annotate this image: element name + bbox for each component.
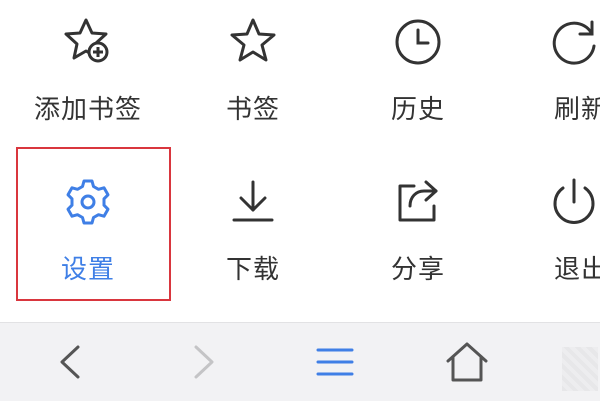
exit-label: 退出 [554,255,600,285]
home-icon [446,342,488,382]
back-button[interactable] [46,337,96,387]
bottom-toolbar [0,322,600,401]
downloads-label: 下载 [225,255,280,285]
clock-icon [390,14,446,70]
refresh-icon [546,14,600,70]
settings-button[interactable]: 设置 [13,160,163,300]
bookmarks-button[interactable]: 书签 [178,0,328,140]
tabs-button[interactable] [562,347,598,391]
menu-button[interactable] [310,337,360,387]
settings-label: 设置 [60,255,115,285]
star-add-icon [60,14,116,70]
browser-menu-panel: 添加书签 书签 历史 刷新 设置 下载 分享 退出 [0,0,600,320]
power-icon [546,174,600,230]
refresh-button[interactable]: 刷新 [518,0,600,140]
star-icon [225,14,281,70]
add-bookmark-label: 添加书签 [33,95,142,125]
share-icon [390,174,446,230]
share-label: 分享 [390,255,445,285]
hamburger-menu-icon [316,348,354,376]
back-chevron-icon [60,345,80,379]
exit-button[interactable]: 退出 [518,160,600,300]
add-bookmark-button[interactable]: 添加书签 [13,0,163,140]
share-button[interactable]: 分享 [343,160,493,300]
bookmarks-label: 书签 [225,95,280,125]
history-label: 历史 [390,95,445,125]
downloads-button[interactable]: 下载 [178,160,328,300]
home-button[interactable] [442,337,492,387]
forward-chevron-icon [194,345,214,379]
gear-icon [60,174,116,230]
forward-button[interactable] [178,337,228,387]
history-button[interactable]: 历史 [343,0,493,140]
refresh-label: 刷新 [554,95,600,125]
download-icon [225,174,281,230]
